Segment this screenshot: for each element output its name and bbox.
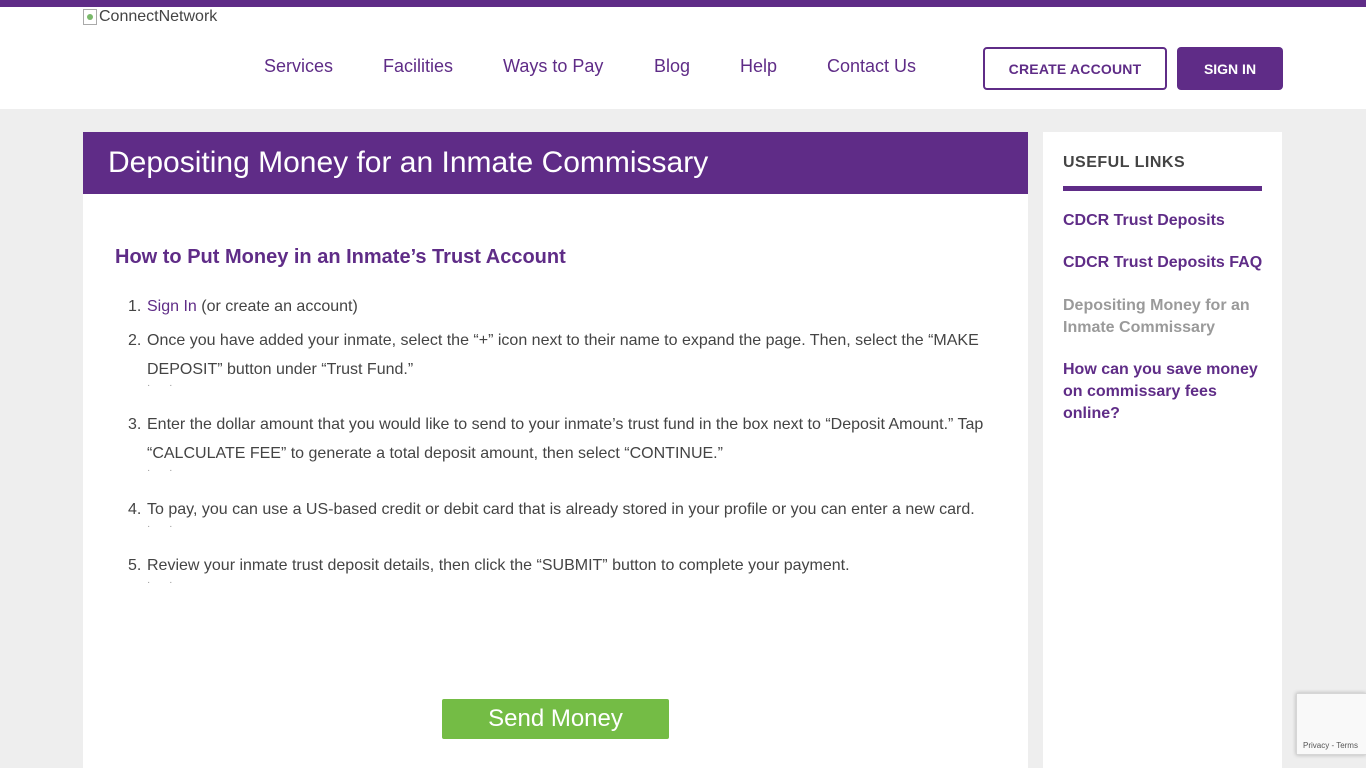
sign-in-button[interactable]: SIGN IN — [1177, 47, 1283, 90]
step-text: (or create an account) — [196, 298, 358, 315]
image-placeholder: · · — [147, 577, 181, 588]
step-text: To pay, you can use a US-based credit or… — [147, 501, 975, 518]
step-text: Review your inmate trust deposit details… — [147, 557, 850, 574]
logo[interactable]: ConnectNetwork — [83, 8, 217, 26]
nav-ways-to-pay[interactable]: Ways to Pay — [503, 56, 603, 77]
sidebar-divider — [1063, 186, 1262, 191]
nav-blog[interactable]: Blog — [654, 56, 690, 77]
section-heading: How to Put Money in an Inmate’s Trust Ac… — [115, 246, 566, 268]
step-number: 4. — [128, 501, 142, 518]
title-bar: Depositing Money for an Inmate Commissar… — [83, 132, 1028, 194]
recaptcha-badge[interactable]: Privacy - Terms — [1296, 693, 1366, 755]
site-header: ConnectNetwork Services Facilities Ways … — [0, 7, 1366, 109]
nav-facilities[interactable]: Facilities — [383, 56, 453, 77]
nav-contact-us[interactable]: Contact Us — [827, 56, 916, 77]
image-placeholder: · · — [147, 380, 181, 391]
main-content: Depositing Money for an Inmate Commissar… — [83, 132, 1028, 768]
image-placeholder: · · — [147, 521, 181, 532]
step-number: 3. — [128, 416, 142, 433]
sign-in-link[interactable]: Sign In — [147, 298, 197, 315]
sidebar-link-cdcr-faq[interactable]: CDCR Trust Deposits FAQ — [1063, 252, 1268, 274]
nav-help[interactable]: Help — [740, 56, 777, 77]
top-accent-bar — [0, 0, 1366, 7]
step-text: Once you have added your inmate, select … — [147, 332, 979, 378]
sidebar-link-current[interactable]: Depositing Money for an Inmate Commissar… — [1063, 295, 1268, 339]
step-number: 2. — [128, 332, 142, 349]
image-placeholder: · · — [147, 465, 181, 476]
step-number: 1. — [128, 298, 142, 315]
sidebar: USEFUL LINKS CDCR Trust Deposits CDCR Tr… — [1043, 132, 1282, 768]
broken-image-icon — [83, 9, 97, 25]
sidebar-title: USEFUL LINKS — [1063, 154, 1186, 171]
create-account-button[interactable]: CREATE ACCOUNT — [983, 47, 1167, 90]
step-number: 5. — [128, 557, 142, 574]
nav-services[interactable]: Services — [264, 56, 333, 77]
sidebar-link-cdcr-trust-deposits[interactable]: CDCR Trust Deposits — [1063, 210, 1268, 232]
send-money-button[interactable]: Send Money — [442, 699, 669, 739]
sidebar-link-save-money[interactable]: How can you save money on commissary fee… — [1063, 359, 1268, 425]
page-title: Depositing Money for an Inmate Commissar… — [108, 146, 709, 179]
logo-alt-text: ConnectNetwork — [99, 8, 218, 25]
recaptcha-links[interactable]: Privacy - Terms — [1303, 741, 1358, 750]
step-text: Enter the dollar amount that you would l… — [147, 416, 984, 462]
